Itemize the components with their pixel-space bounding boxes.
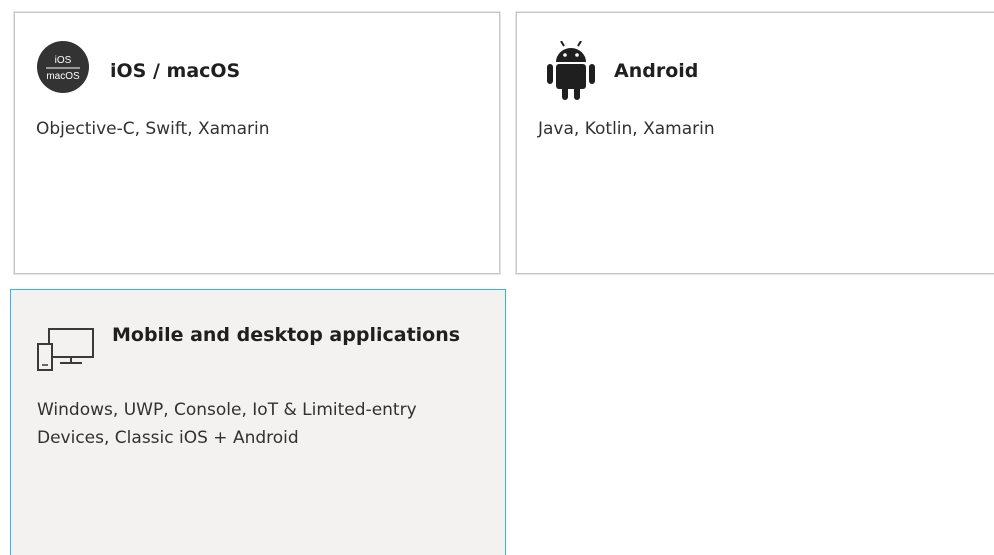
android-title: Android bbox=[614, 60, 699, 82]
ios-macos-icon: iOS macOS bbox=[37, 41, 89, 93]
desktop-device-icon bbox=[36, 328, 94, 372]
ios-macos-title: iOS / macOS bbox=[110, 60, 241, 82]
android-description: Java, Kotlin, Xamarin bbox=[538, 119, 715, 139]
svg-text:iOS: iOS bbox=[55, 55, 72, 66]
svg-text:macOS: macOS bbox=[46, 71, 80, 82]
ios-macos-description: Objective-C, Swift, Xamarin bbox=[36, 119, 270, 139]
platform-tile-android[interactable]: Android Java, Kotlin, Xamarin bbox=[516, 12, 994, 274]
mobile-desktop-title: Mobile and desktop applications bbox=[112, 324, 461, 346]
android-icon bbox=[545, 40, 597, 101]
platform-tile-ios-macos[interactable]: iOS macOS iOS / macOS Objective-C, Swift… bbox=[14, 12, 500, 274]
mobile-desktop-description: Windows, UWP, Console, IoT & Limited-ent… bbox=[37, 400, 417, 448]
platform-selection: iOS macOS iOS / macOS Objective-C, Swift… bbox=[0, 0, 994, 555]
platform-tile-mobile-desktop[interactable]: Mobile and desktop applications Windows,… bbox=[10, 289, 506, 555]
